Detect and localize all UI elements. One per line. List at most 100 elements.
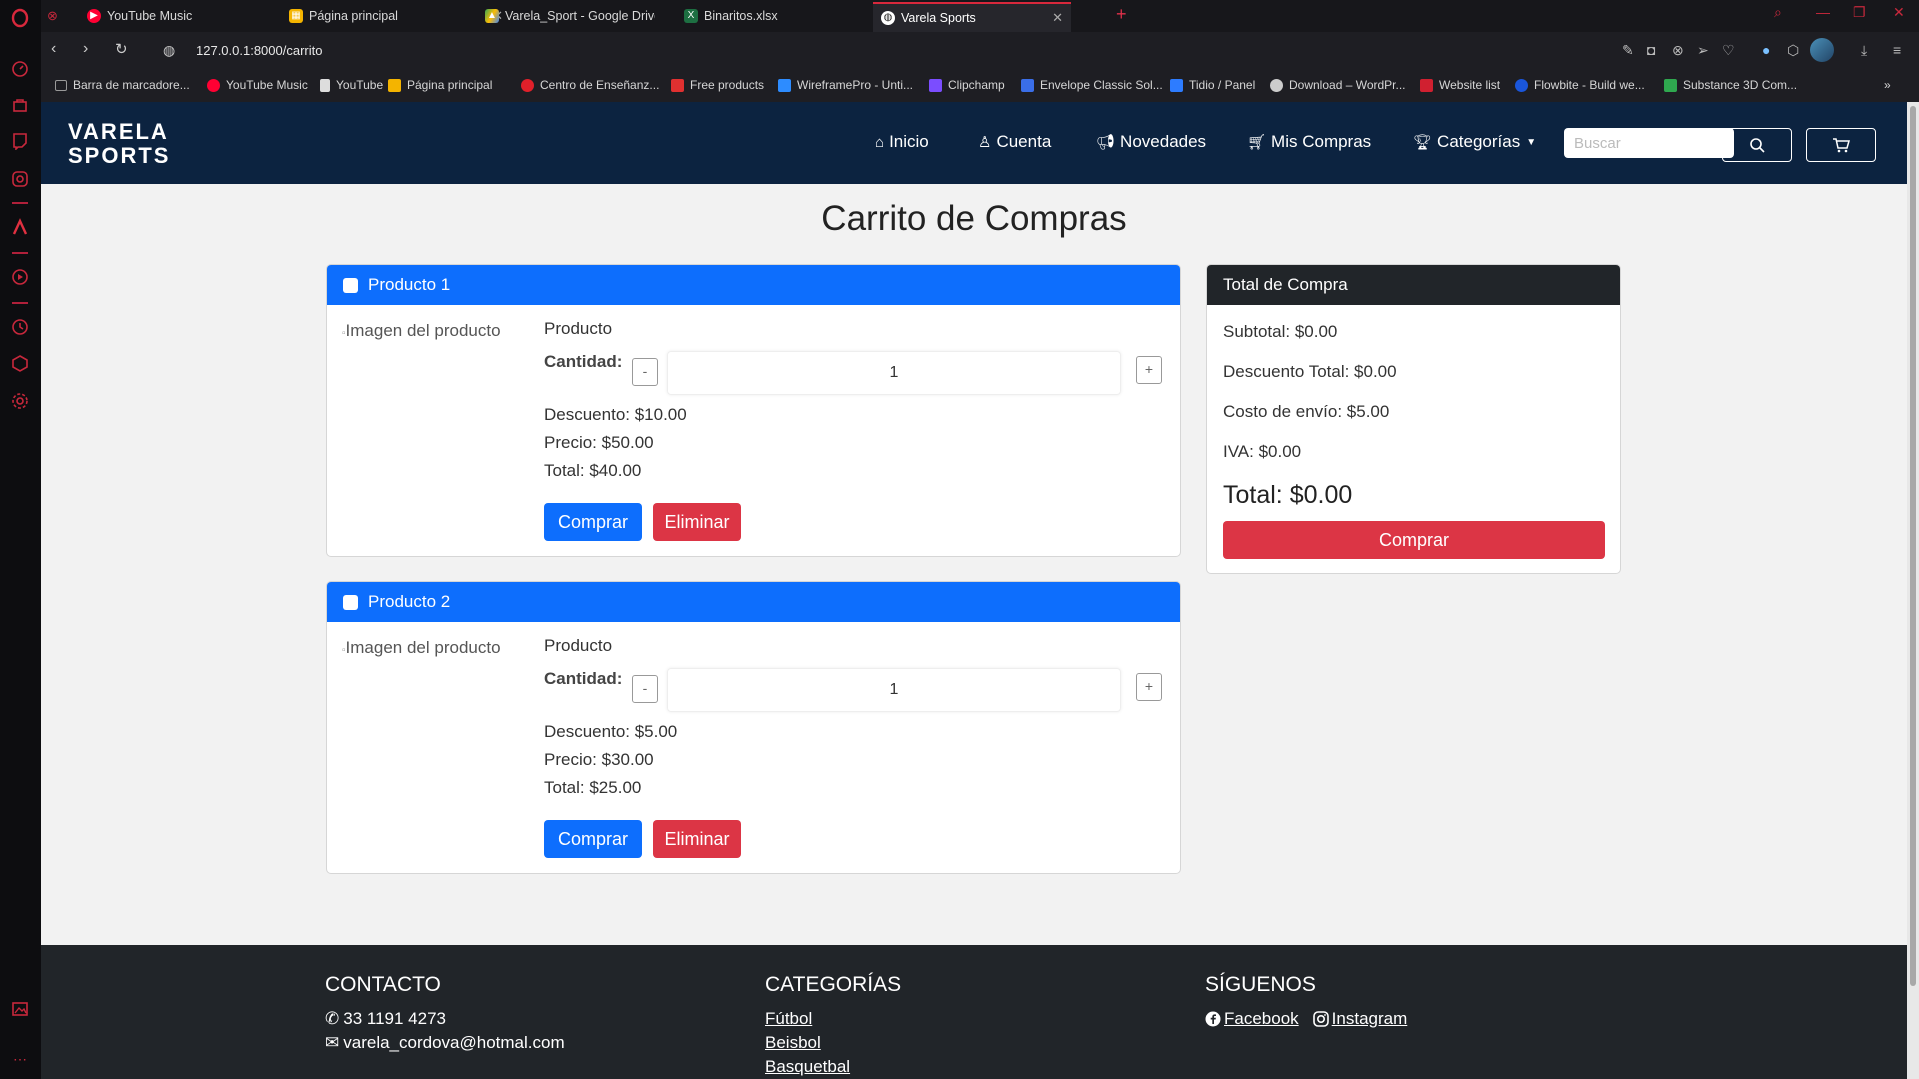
- checkout-button[interactable]: Comprar: [1223, 521, 1605, 559]
- bookmark-label: Substance 3D Com...: [1683, 78, 1798, 92]
- shipping-cost-text: Costo de envío: $5.00: [1223, 402, 1390, 421]
- tab-pagina-principal[interactable]: ▦ Página principal ✕: [281, 2, 511, 30]
- tab-youtube-music[interactable]: ▶ YouTube Music ✕: [81, 2, 309, 30]
- bookmark-item[interactable]: Substance 3D Com...: [1664, 78, 1797, 92]
- settings-gear-icon[interactable]: [9, 392, 31, 414]
- nav-link-inicio[interactable]: ⌂ Inicio: [875, 132, 929, 152]
- edit-icon[interactable]: ✎: [1622, 42, 1634, 59]
- bookmark-item[interactable]: YouTube Music: [207, 78, 308, 92]
- nav-link-cuenta[interactable]: ♙ Cuenta: [978, 132, 1051, 152]
- bookmark-label: Flowbite - Build we...: [1534, 78, 1645, 92]
- category-link[interactable]: Beisbol: [765, 1031, 901, 1055]
- aria-icon[interactable]: [9, 218, 31, 240]
- player-icon[interactable]: [9, 268, 31, 290]
- extensions-icon[interactable]: ⬡: [1787, 42, 1799, 59]
- select-item-checkbox[interactable]: [343, 277, 358, 293]
- forward-icon[interactable]: ›: [83, 40, 88, 58]
- menu-icon[interactable]: ≡: [1893, 42, 1901, 58]
- scrollbar-thumb[interactable]: [1910, 106, 1916, 986]
- snapshot-icon[interactable]: ◘: [1647, 42, 1655, 58]
- bookmarks-overflow-icon[interactable]: »: [1884, 78, 1891, 92]
- search-button[interactable]: [1722, 128, 1792, 162]
- facebook-label: Facebook: [1224, 1009, 1299, 1028]
- bookmark-item[interactable]: YouTube: [320, 78, 383, 92]
- site-navbar: VARELA SPORTS ⌂ Inicio ♙ Cuenta 📢︎ Novedade…: [41, 102, 1907, 184]
- bookmark-item[interactable]: Envelope Classic Sol...: [1021, 78, 1163, 92]
- url-field[interactable]: 127.0.0.1:8000/carrito: [196, 43, 322, 58]
- download-icon[interactable]: ⤓: [1861, 42, 1867, 59]
- new-tab-button[interactable]: +: [1116, 4, 1127, 25]
- quantity-decrease-button[interactable]: -: [632, 675, 658, 703]
- quantity-input[interactable]: 1: [667, 351, 1121, 395]
- product-name: Producto: [544, 319, 613, 338]
- tab-google-drive[interactable]: ▲ Varela_Sport - Google Drive ✕: [479, 2, 707, 30]
- bookmark-label: Free products: [690, 78, 765, 92]
- bookmark-item[interactable]: Tidio / Panel: [1170, 78, 1255, 92]
- vpn-icon[interactable]: ●: [1762, 42, 1770, 58]
- category-link[interactable]: Fútbol: [765, 1007, 901, 1031]
- bookmark-item[interactable]: Centro de Enseñanz...: [521, 78, 659, 92]
- nav-link-categorias[interactable]: 🏆︎ Categorías ▼: [1413, 132, 1536, 152]
- twitch-icon[interactable]: [9, 132, 31, 154]
- bookmark-item[interactable]: Flowbite - Build we...: [1515, 78, 1645, 92]
- nav-link-label: Novedades: [1120, 132, 1207, 151]
- bookmark-item[interactable]: Barra de marcadore...: [55, 78, 190, 92]
- category-link[interactable]: Basquetbal: [765, 1055, 901, 1079]
- close-tab-icon[interactable]: ✕: [1052, 10, 1063, 26]
- grand-total-text: Total: $0.00: [1223, 481, 1353, 509]
- history-icon[interactable]: [9, 318, 31, 340]
- minimize-icon[interactable]: —: [1816, 4, 1830, 20]
- delete-button[interactable]: Eliminar: [653, 503, 741, 541]
- tab-varela-sports[interactable]: ◍ Varela Sports ✕: [873, 2, 1071, 32]
- more-dots-icon[interactable]: ⋯: [9, 1048, 31, 1070]
- delete-button[interactable]: Eliminar: [653, 820, 741, 858]
- instagram-sidebar-icon[interactable]: [9, 170, 31, 192]
- bookmark-item[interactable]: Download – WordPr...: [1270, 78, 1406, 92]
- gallery-icon[interactable]: [9, 1000, 31, 1022]
- speed-dial-icon[interactable]: [9, 60, 31, 82]
- page-icon: [320, 78, 330, 92]
- search-tabs-icon[interactable]: ⌕: [1774, 4, 1782, 21]
- facebook-link[interactable]: Facebook: [1205, 1007, 1299, 1031]
- cart-item-header: Producto 2: [327, 582, 1180, 622]
- reload-icon[interactable]: ↻: [115, 40, 128, 58]
- brand-logo[interactable]: VARELA SPORTS: [68, 120, 170, 168]
- envelope-icon: ✉: [325, 1033, 340, 1052]
- cart-button[interactable]: [1806, 128, 1876, 162]
- search-input[interactable]: [1564, 128, 1734, 158]
- bookmark-item[interactable]: Website list: [1420, 78, 1500, 92]
- search-icon: [1750, 138, 1765, 153]
- profile-avatar[interactable]: [1810, 38, 1834, 62]
- quantity-decrease-button[interactable]: -: [632, 358, 658, 386]
- quantity-increase-button[interactable]: +: [1136, 356, 1162, 384]
- shopping-icon[interactable]: [9, 96, 31, 118]
- extensions-cube-icon[interactable]: [9, 354, 31, 376]
- send-icon[interactable]: ➢: [1697, 42, 1709, 59]
- bookmark-item[interactable]: Página principal: [388, 78, 492, 92]
- close-window-icon[interactable]: ✕: [1893, 4, 1905, 21]
- quantity-increase-button[interactable]: +: [1136, 673, 1162, 701]
- back-icon[interactable]: ‹: [51, 40, 56, 58]
- bookmark-item[interactable]: Clipchamp: [929, 78, 1005, 92]
- bookmark-label: Envelope Classic Sol...: [1040, 78, 1163, 92]
- block-ads-icon[interactable]: ⊗: [1672, 42, 1684, 59]
- select-item-checkbox[interactable]: [343, 594, 358, 610]
- price-text: Precio: $30.00: [544, 750, 654, 769]
- page-scrollbar[interactable]: [1907, 102, 1919, 1079]
- quantity-input[interactable]: 1: [667, 668, 1121, 712]
- bookmark-heart-icon[interactable]: ♡: [1722, 42, 1735, 59]
- nav-link-novedades[interactable]: 📢︎ Novedades: [1096, 132, 1206, 152]
- buy-button[interactable]: Comprar: [544, 820, 642, 858]
- youtube-music-favicon-icon: ▶: [87, 9, 101, 23]
- instagram-link[interactable]: Instagram: [1312, 1007, 1407, 1031]
- bookmark-item[interactable]: WireframePro - Unti...: [778, 78, 913, 92]
- workspace-icon[interactable]: ⊗: [47, 2, 61, 30]
- opera-logo-icon[interactable]: [9, 8, 31, 30]
- site-info-icon[interactable]: ◍: [163, 42, 175, 59]
- buy-button[interactable]: Comprar: [544, 503, 642, 541]
- bookmark-item[interactable]: Free products: [671, 78, 764, 92]
- nav-link-mis-compras[interactable]: 🛒︎ Mis Compras: [1247, 132, 1371, 152]
- restore-icon[interactable]: ❐: [1853, 4, 1866, 21]
- tab-binaritos[interactable]: X Binaritos.xlsx ✕: [678, 2, 906, 30]
- wireframepro-icon: [778, 78, 791, 92]
